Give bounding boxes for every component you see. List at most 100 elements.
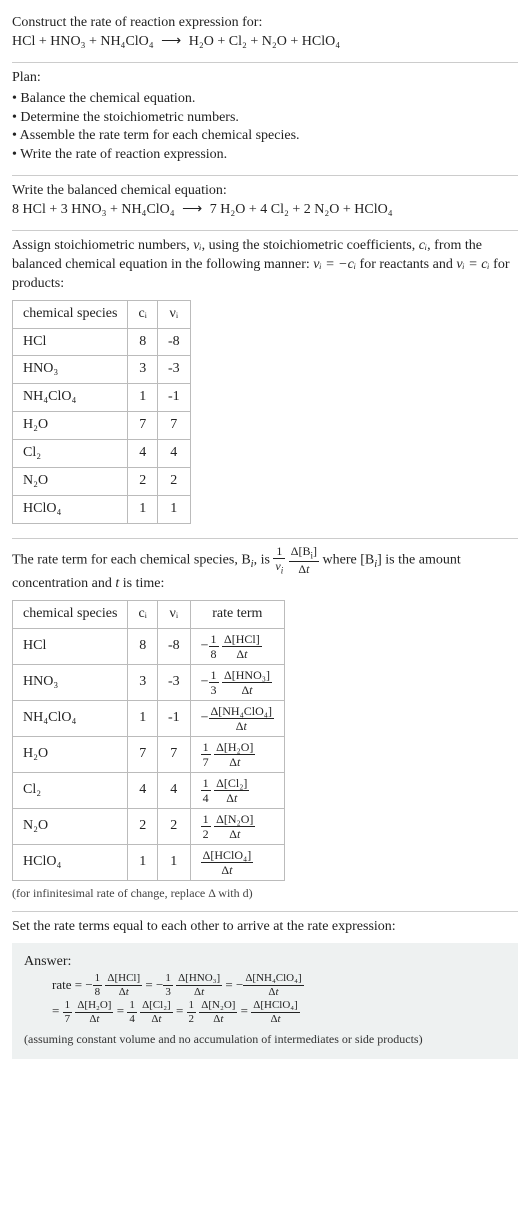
cell-species: NH₄ClO₄ — [13, 384, 128, 412]
relation-products: νᵢ = cᵢ — [456, 257, 489, 272]
text: for reactants and — [356, 257, 456, 272]
cell-rate-term: 12 Δ[N₂O]Δt — [190, 808, 284, 844]
stoich-section: Assign stoichiometric numbers, νᵢ, using… — [12, 231, 518, 538]
balanced-section: Write the balanced chemical equation: 8 … — [12, 176, 518, 230]
cell-nui: 1 — [157, 495, 190, 523]
stoich-intro: Assign stoichiometric numbers, νᵢ, using… — [12, 237, 518, 294]
rate-expression: rate = −18 Δ[HCl]Δt = −13 Δ[HNO₃]Δt = −Δ… — [52, 972, 506, 1025]
final-heading: Set the rate terms equal to each other t… — [12, 918, 518, 937]
cell-species: HNO₃ — [13, 664, 128, 700]
balanced-heading: Write the balanced chemical equation: — [12, 182, 518, 201]
eq-right: H₂O + Cl₂ + N₂O + HClO₄ — [189, 34, 340, 49]
cell-nui: 4 — [157, 772, 190, 808]
prompt-section: Construct the rate of reaction expressio… — [12, 8, 518, 62]
final-section: Set the rate terms equal to each other t… — [12, 912, 518, 1069]
rate-label: rate — [52, 977, 71, 992]
cell-nui: 7 — [157, 736, 190, 772]
cell-species: N₂O — [13, 468, 128, 496]
table-row: Cl₂4414 Δ[Cl₂]Δt — [13, 772, 285, 808]
table-row: HCl8-8−18 Δ[HCl]Δt — [13, 628, 285, 664]
col-nui: νᵢ — [157, 300, 190, 328]
arrow-icon: ⟶ — [157, 34, 185, 49]
plan-item: Determine the stoichiometric numbers. — [12, 109, 518, 128]
arrow-icon: ⟶ — [178, 202, 206, 217]
cell-nui: -1 — [157, 384, 190, 412]
fraction: Δ[Bi]Δt — [289, 545, 319, 575]
cell-species: HCl — [13, 628, 128, 664]
cell-species: N₂O — [13, 808, 128, 844]
cell-ci: 4 — [128, 440, 158, 468]
rateterm-section: The rate term for each chemical species,… — [12, 539, 518, 911]
plan-heading: Plan: — [12, 69, 518, 88]
table-row: HNO₃3-3 — [13, 356, 191, 384]
cell-rate-term: −18 Δ[HCl]Δt — [190, 628, 284, 664]
fraction: 1νi — [273, 545, 285, 575]
col-nui: νᵢ — [157, 601, 190, 629]
cell-nui: 7 — [157, 412, 190, 440]
table-row: HCl8-8 — [13, 328, 191, 356]
table-row: Cl₂44 — [13, 440, 191, 468]
cell-nui: -3 — [157, 664, 190, 700]
col-species: chemical species — [13, 300, 128, 328]
table-row: N₂O2212 Δ[N₂O]Δt — [13, 808, 285, 844]
ci-symbol: cᵢ — [419, 238, 427, 253]
text: where [B — [323, 552, 375, 567]
cell-ci: 3 — [128, 356, 158, 384]
text: Assign stoichiometric numbers, — [12, 238, 193, 253]
col-species: chemical species — [13, 601, 128, 629]
stoich-table: chemical species cᵢ νᵢ HCl8-8HNO₃3-3NH₄C… — [12, 300, 191, 524]
balanced-equation: 8 HCl + 3 HNO₃ + NH₄ClO₄ ⟶ 7 H₂O + 4 Cl₂… — [12, 201, 518, 220]
cell-ci: 7 — [128, 412, 158, 440]
table-row: HClO₄11 — [13, 495, 191, 523]
cell-ci: 1 — [128, 844, 158, 880]
cell-ci: 7 — [128, 736, 158, 772]
cell-ci: 2 — [128, 468, 158, 496]
rateterm-intro: The rate term for each chemical species,… — [12, 545, 518, 594]
text: The rate term for each chemical species,… — [12, 552, 251, 567]
cell-rate-term: Δ[HClO₄]Δt — [190, 844, 284, 880]
text: , using the stoichiometric coefficients, — [202, 238, 419, 253]
text: , is — [254, 552, 274, 567]
cell-species: HCl — [13, 328, 128, 356]
cell-ci: 1 — [128, 384, 158, 412]
table-header-row: chemical species cᵢ νᵢ — [13, 300, 191, 328]
cell-nui: -8 — [157, 328, 190, 356]
col-rate-term: rate term — [190, 601, 284, 629]
prompt-title: Construct the rate of reaction expressio… — [12, 14, 518, 33]
cell-ci: 3 — [128, 664, 158, 700]
cell-nui: -1 — [157, 700, 190, 736]
cell-nui: 4 — [157, 440, 190, 468]
cell-species: Cl₂ — [13, 440, 128, 468]
cell-ci: 1 — [128, 700, 158, 736]
cell-species: H₂O — [13, 412, 128, 440]
rateterm-table: chemical species cᵢ νᵢ rate term HCl8-8−… — [12, 600, 285, 881]
table-row: NH₄ClO₄1-1−Δ[NH₄ClO₄]Δt — [13, 700, 285, 736]
cell-ci: 2 — [128, 808, 158, 844]
cell-nui: -3 — [157, 356, 190, 384]
answer-label: Answer: — [24, 953, 506, 972]
col-ci: cᵢ — [128, 300, 158, 328]
table-row: HNO₃3-3−13 Δ[HNO₃]Δt — [13, 664, 285, 700]
cell-ci: 4 — [128, 772, 158, 808]
cell-rate-term: 14 Δ[Cl₂]Δt — [190, 772, 284, 808]
plan-section: Plan: Balance the chemical equation. Det… — [12, 63, 518, 175]
table-row: H₂O7717 Δ[H₂O]Δt — [13, 736, 285, 772]
plan-item: Assemble the rate term for each chemical… — [12, 127, 518, 146]
answer-note: (assuming constant volume and no accumul… — [24, 1031, 506, 1047]
cell-species: Cl₂ — [13, 772, 128, 808]
eq-right: 7 H₂O + 4 Cl₂ + 2 N₂O + HClO₄ — [210, 202, 393, 217]
table-row: NH₄ClO₄1-1 — [13, 384, 191, 412]
cell-rate-term: −13 Δ[HNO₃]Δt — [190, 664, 284, 700]
plan-list: Balance the chemical equation. Determine… — [12, 90, 518, 166]
table-row: HClO₄11Δ[HClO₄]Δt — [13, 844, 285, 880]
cell-ci: 8 — [128, 628, 158, 664]
col-ci: cᵢ — [128, 601, 158, 629]
plan-item: Write the rate of reaction expression. — [12, 146, 518, 165]
nu-symbol: νᵢ — [193, 238, 201, 253]
cell-species: HClO₄ — [13, 844, 128, 880]
cell-ci: 1 — [128, 495, 158, 523]
cell-species: HNO₃ — [13, 356, 128, 384]
cell-species: H₂O — [13, 736, 128, 772]
table-row: N₂O22 — [13, 468, 191, 496]
cell-species: HClO₄ — [13, 495, 128, 523]
